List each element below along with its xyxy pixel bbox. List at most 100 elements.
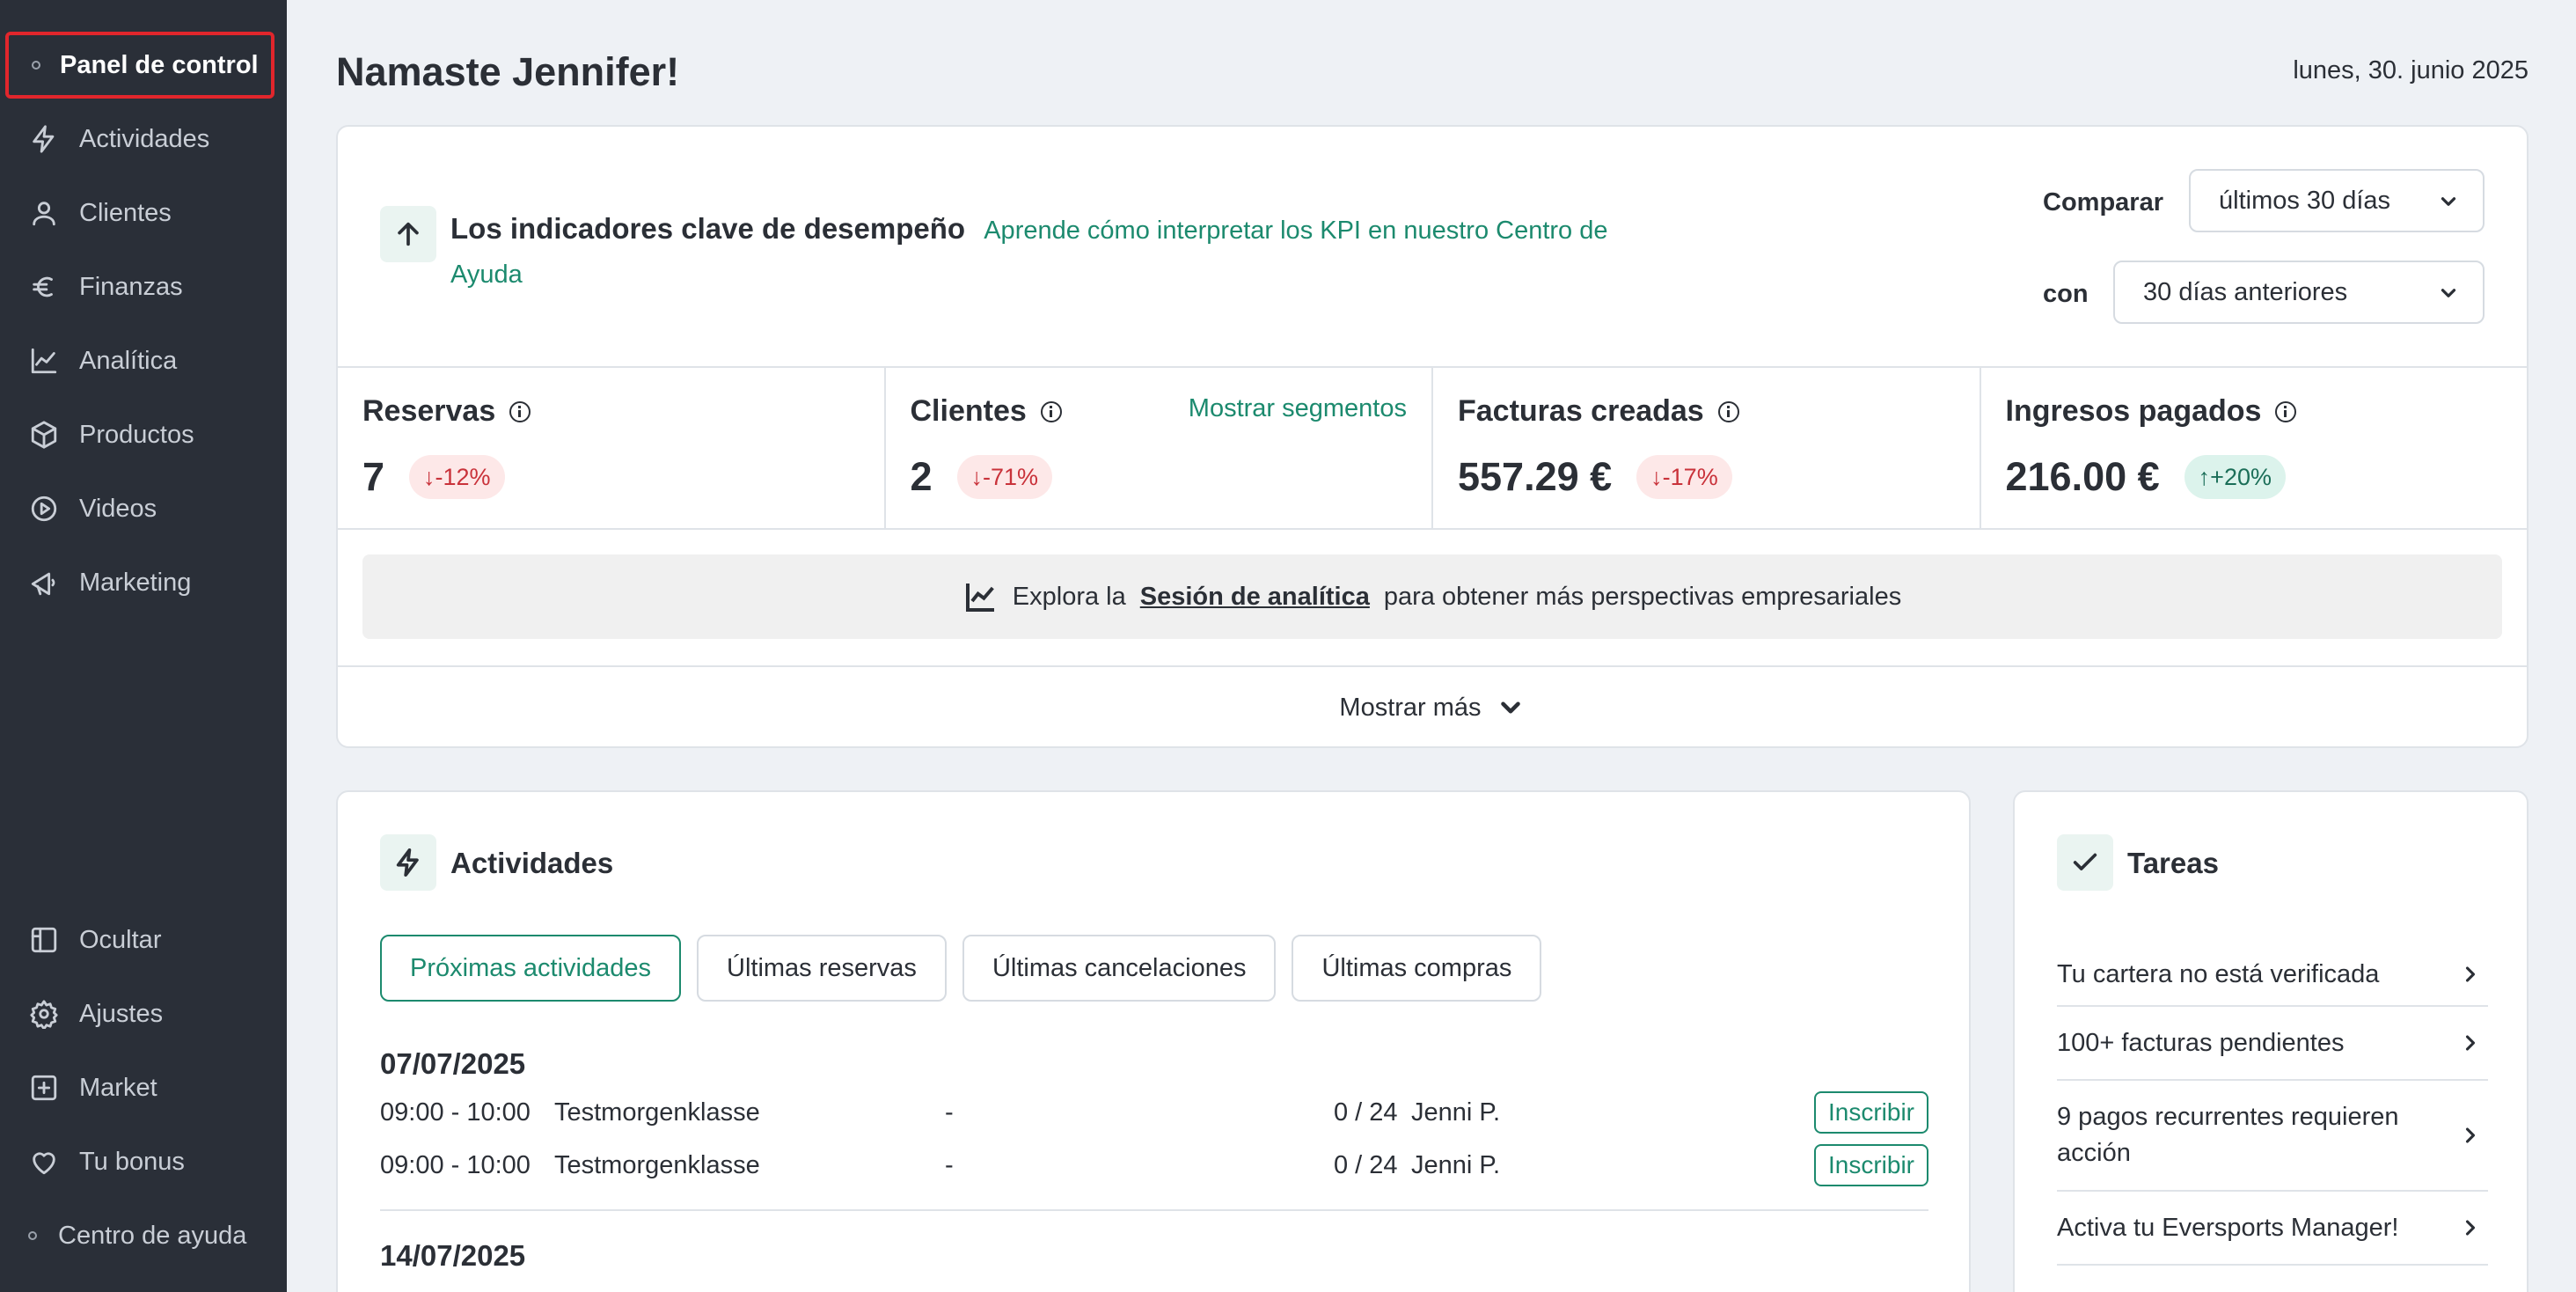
chevron-down-icon (2437, 190, 2460, 213)
sidebar-item-label: Ocultar (79, 925, 162, 954)
sidebar-item-label: Clientes (79, 198, 172, 227)
metric-title: Ingresos pagados (2006, 394, 2297, 429)
kpi-card: Los indicadores clave de desempeño Apren… (336, 125, 2528, 748)
bolt-icon (26, 121, 62, 157)
layout-icon (26, 922, 62, 958)
activity-time: 09:00 - 10:00 (380, 1098, 531, 1127)
page-title: Namaste Jennifer! (336, 49, 680, 94)
sidebar-item-label: Marketing (79, 568, 192, 597)
sidebar-item-label: Actividades (79, 124, 210, 153)
chevron-down-icon (1500, 701, 1520, 714)
tab-latest-cancellations[interactable]: Últimas cancelaciones (962, 935, 1277, 1002)
activity-row: 09:00 - 10:00 Testmorgenklasse - 0 / 24 … (380, 1144, 1928, 1188)
metric-title: Reservas (362, 394, 531, 429)
task-label: 100+ facturas pendientes (2057, 1028, 2345, 1057)
metric-bookings: Reservas 7 ↓-12% (338, 368, 886, 528)
sidebar-item-help[interactable]: Centro de ayuda (0, 1209, 287, 1262)
sidebar-item-analytics[interactable]: Analítica (0, 334, 287, 387)
activity-capacity: 0 / 24 (1334, 1098, 1398, 1127)
metric-value: 557.29 € ↓-17% (1458, 454, 1732, 500)
info-icon[interactable] (2275, 400, 2297, 422)
sidebar-item-settings[interactable]: Ajustes (0, 987, 287, 1040)
activity-location: - (945, 1151, 954, 1179)
metric-name: Facturas creadas (1458, 394, 1704, 428)
change-badge: ↑+20% (2184, 455, 2286, 499)
chevron-right-icon (2465, 1035, 2476, 1051)
arrow-up-icon (380, 206, 436, 262)
activities-tabs: Próximas actividades Últimas reservas Úl… (380, 935, 1557, 1002)
with-label: con (2043, 280, 2089, 308)
enroll-button[interactable]: Inscribir (1813, 1144, 1928, 1186)
divider (380, 1209, 1928, 1211)
sidebar-item-label: Videos (79, 494, 157, 523)
chevron-right-icon (2465, 966, 2476, 982)
day-heading: 07/07/2025 (380, 1047, 526, 1080)
compare-period-select[interactable]: últimos 30 días (2189, 169, 2485, 232)
sidebar-item-dashboard[interactable]: Panel de control (5, 32, 274, 99)
metric-name: Reservas (362, 394, 496, 428)
activity-capacity: 0 / 24 (1334, 1151, 1398, 1179)
task-item[interactable]: 100+ facturas pendientes (2057, 1007, 2488, 1081)
activity-name: Testmorgenklasse (554, 1151, 760, 1179)
comparison-period-select[interactable]: 30 días anteriores (2113, 261, 2485, 324)
sidebar-item-finances[interactable]: Finanzas (0, 261, 287, 313)
metric-number: 7 (362, 454, 385, 499)
tab-latest-purchases[interactable]: Últimas compras (1292, 935, 1542, 1002)
day-heading: 14/07/2025 (380, 1239, 526, 1272)
sidebar-item-label: Finanzas (79, 272, 183, 301)
analytics-session-link[interactable]: Sesión de analítica (1140, 583, 1370, 612)
chevron-right-icon (2465, 1220, 2476, 1236)
sidebar-item-products[interactable]: Productos (0, 408, 287, 461)
tab-upcoming-activities[interactable]: Próximas actividades (380, 935, 681, 1002)
sidebar-item-hide[interactable]: Ocultar (0, 914, 287, 966)
sidebar-item-label: Centro de ayuda (58, 1221, 247, 1250)
show-segments-link[interactable]: Mostrar segmentos (1189, 394, 1407, 423)
megaphone-icon (26, 565, 62, 600)
user-icon (26, 195, 62, 231)
play-icon (26, 491, 62, 526)
check-icon (2057, 834, 2113, 891)
metric-title: Clientes (911, 394, 1062, 429)
tab-latest-bookings[interactable]: Últimas reservas (697, 935, 947, 1002)
chevron-right-icon (2465, 1127, 2476, 1143)
box-icon (26, 417, 62, 452)
task-label: Activa tu Eversports Manager! (2057, 1213, 2399, 1242)
info-icon[interactable] (1717, 400, 1739, 422)
activities-card: Actividades Próximas actividades Últimas… (336, 790, 1971, 1292)
change-badge: ↓-71% (956, 455, 1053, 499)
sidebar-item-videos[interactable]: Videos (0, 482, 287, 535)
info-icon[interactable] (1040, 400, 1062, 422)
chevron-down-icon (2437, 282, 2460, 305)
change-badge: ↓-12% (409, 455, 505, 499)
select-value: 30 días anteriores (2143, 277, 2348, 306)
task-item[interactable]: Tu cartera no está verificada (2057, 943, 2488, 1007)
sidebar-item-label: Analítica (79, 346, 178, 375)
activity-instructor: Jenni P. (1411, 1151, 1501, 1179)
bolt-icon (380, 834, 436, 891)
activity-name: Testmorgenklasse (554, 1098, 760, 1127)
enroll-button[interactable]: Inscribir (1813, 1091, 1928, 1134)
info-icon[interactable] (509, 400, 531, 422)
select-value: últimos 30 días (2219, 186, 2391, 215)
sidebar-item-marketing[interactable]: Marketing (0, 556, 287, 609)
sidebar-item-bonus[interactable]: Tu bonus (0, 1135, 287, 1188)
heart-icon (26, 1144, 62, 1179)
banner-text: Explora la (1012, 582, 1126, 611)
task-item[interactable]: 9 pagos recurrentes requieren acción (2057, 1081, 2488, 1192)
sidebar-item-clients[interactable]: Clientes (0, 187, 287, 239)
metric-name: Ingresos pagados (2005, 394, 2262, 428)
task-item[interactable]: Activa tu Eversports Manager! (2057, 1192, 2488, 1266)
metric-clients: Clientes Mostrar segmentos 2 ↓-71% (886, 368, 1433, 528)
show-more-button[interactable]: Mostrar más (338, 665, 2527, 748)
sidebar-item-activities[interactable]: Actividades (0, 113, 287, 165)
sidebar-item-market[interactable]: Market (0, 1061, 287, 1114)
current-date: lunes, 30. junio 2025 (2293, 56, 2528, 84)
kpi-metrics: Reservas 7 ↓-12% Clientes Mostrar segment… (338, 366, 2527, 530)
sidebar-item-label: Market (79, 1073, 157, 1102)
plus-square-icon (26, 1070, 62, 1105)
activity-time: 09:00 - 10:00 (380, 1151, 531, 1179)
task-label: Tu cartera no está verificada (2057, 959, 2380, 988)
sidebar: Panel de control Actividades Clientes Fi… (0, 0, 287, 1292)
metric-value: 216.00 € ↑+20% (2006, 454, 2286, 500)
sidebar-item-label: Panel de control (60, 50, 259, 79)
